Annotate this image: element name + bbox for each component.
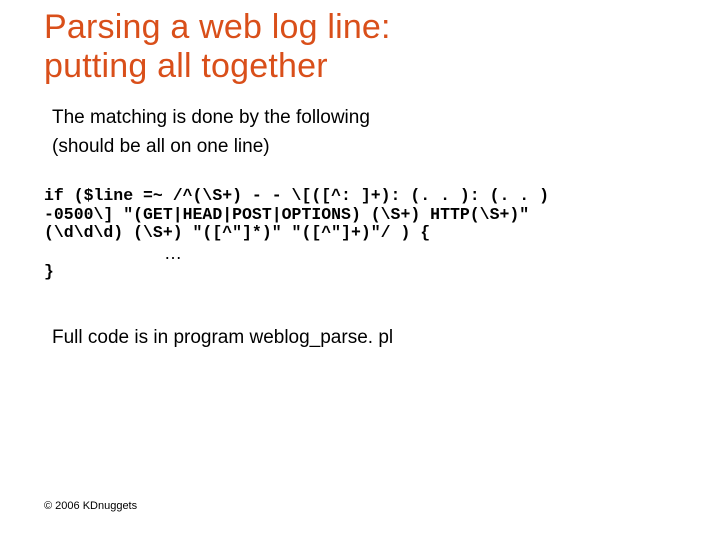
lead-line-2: (should be all on one line) — [52, 133, 720, 162]
body-text: The matching is done by the following (s… — [0, 86, 720, 161]
lead-line-1: The matching is done by the following — [52, 104, 720, 133]
slide: Parsing a web log line: putting all toge… — [0, 0, 720, 540]
code-line-3: (\d\d\d) (\S+) "([^"]*)" "([^"]+)"/ ) { — [44, 223, 430, 242]
code-close-brace: } — [44, 263, 680, 281]
footer-copyright: © 2006 KDnuggets — [44, 500, 137, 512]
code-block: if ($line =~ /^(\S+) - - \[([^: ]+): (. … — [0, 161, 720, 281]
full-code-note: Full code is in program weblog_parse. pl — [0, 281, 720, 349]
page-title: Parsing a web log line: putting all toge… — [0, 0, 720, 86]
title-line-1: Parsing a web log line: — [44, 8, 391, 46]
code-line-1: if ($line =~ /^(\S+) - - \[([^: ]+): (. … — [44, 186, 549, 205]
code-ellipsis: … — [44, 243, 680, 263]
code-line-2: -0500\] "(GET|HEAD|POST|OPTIONS) (\S+) H… — [44, 205, 529, 224]
title-line-2: putting all together — [44, 47, 328, 85]
